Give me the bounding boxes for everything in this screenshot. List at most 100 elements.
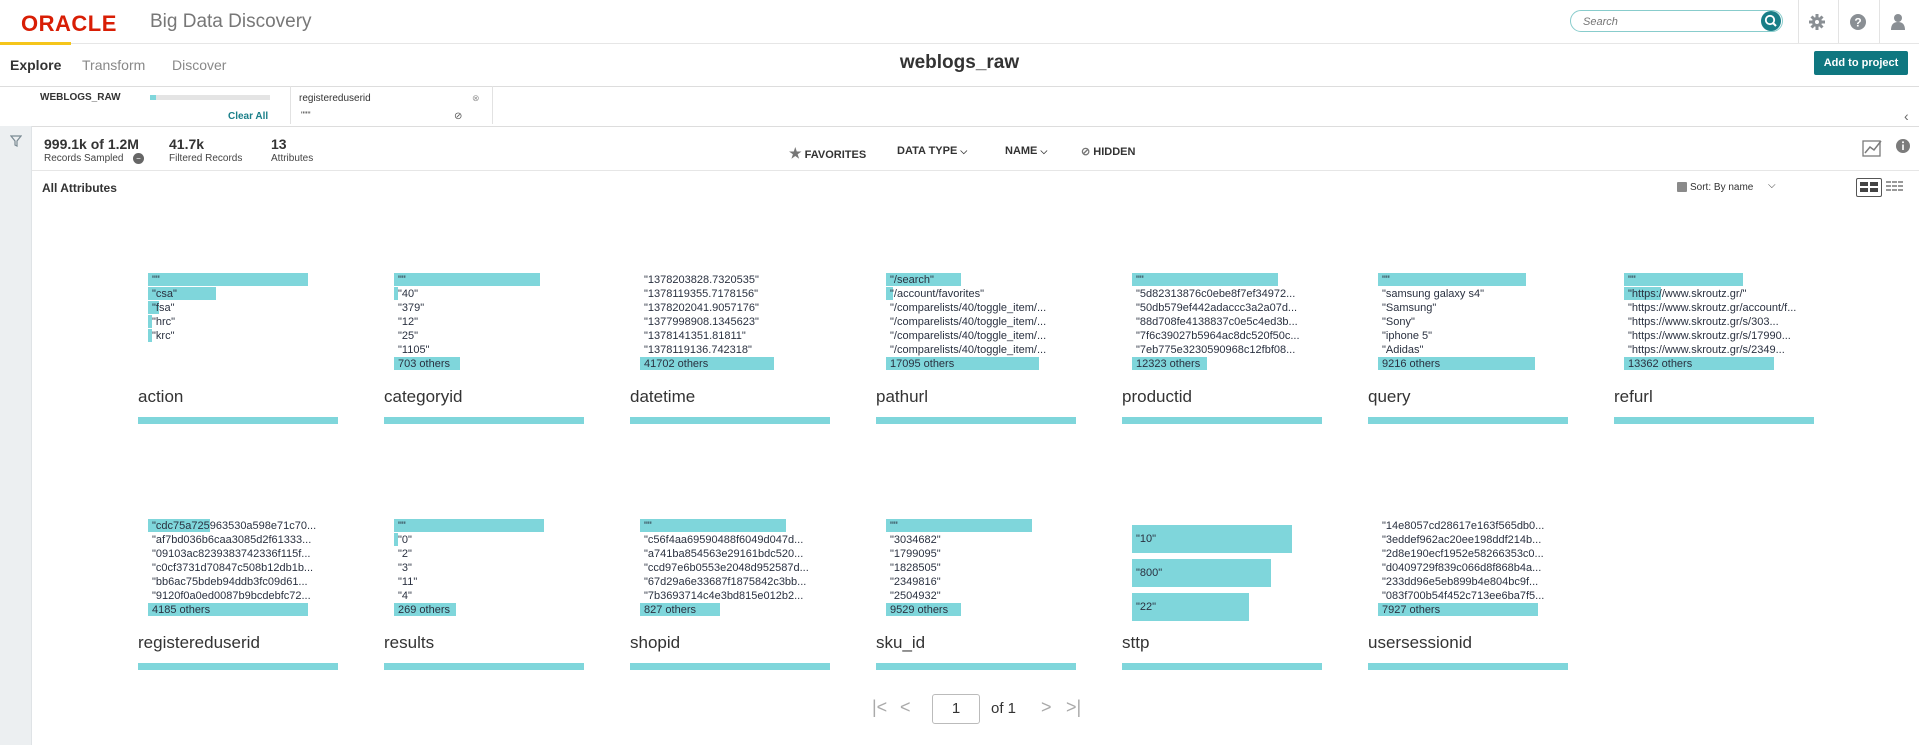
attribute-value[interactable]: "7eb775e3230590968c12fbf08... (1136, 344, 1311, 357)
attribute-value[interactable]: "" (398, 274, 573, 287)
attribute-value[interactable]: "22" (1136, 601, 1311, 614)
add-to-project-button[interactable]: Add to project (1814, 51, 1908, 75)
attribute-value[interactable]: "csa" (152, 288, 327, 301)
attribute-tile[interactable]: "1378203828.7320535" "1378119355.7178156"… (630, 272, 830, 432)
attribute-value[interactable]: "1378141351.81811" (644, 330, 819, 343)
attribute-value[interactable]: "krc" (152, 330, 327, 343)
attribute-value[interactable]: "" (398, 520, 573, 533)
others-count[interactable]: 9216 others (1382, 358, 1582, 371)
attribute-value[interactable]: "" (644, 520, 819, 533)
attribute-value[interactable]: "1378119355.7178156" (644, 288, 819, 301)
attribute-name[interactable]: pathurl (876, 387, 928, 407)
attribute-tile[interactable]: "/search" "/account/favorites" "/compareli… (876, 272, 1076, 432)
data-type-filter[interactable]: DATA TYPE ⌵ (897, 145, 967, 157)
attribute-value[interactable]: "/comparelists/40/toggle_item/... (890, 330, 1065, 343)
attribute-value[interactable]: "fsa" (152, 302, 327, 315)
first-page-icon[interactable]: |< (872, 697, 887, 718)
attribute-value[interactable]: "083f700b54f452c713ee6ba7f5... (1382, 590, 1557, 603)
attribute-value[interactable]: "c0cf3731d70847c508b12db1b... (152, 562, 327, 575)
attribute-name[interactable]: usersessionid (1368, 633, 1472, 653)
info-icon[interactable] (1895, 138, 1911, 154)
user-icon[interactable] (1888, 12, 1908, 32)
others-count[interactable]: 12323 others (1136, 358, 1336, 371)
attribute-value[interactable]: "1378119136.742318" (644, 344, 819, 357)
attribute-value[interactable]: "af7bd036b6caa3085d2f61333... (152, 534, 327, 547)
clear-all-link[interactable]: Clear All (228, 111, 268, 122)
attribute-value[interactable]: "samsung galaxy s4" (1382, 288, 1557, 301)
attribute-tile[interactable]: "" "40" "379" "12" "25" "1105" 703 others categ… (384, 272, 584, 432)
attribute-value[interactable]: "iphone 5" (1382, 330, 1557, 343)
attribute-name[interactable]: productid (1122, 387, 1192, 407)
attribute-name[interactable]: refurl (1614, 387, 1653, 407)
attribute-value[interactable]: "Adidas" (1382, 344, 1557, 357)
attribute-value[interactable]: "5d82313876c0ebe8f7ef34972... (1136, 288, 1311, 301)
attribute-value[interactable]: "7f6c39027b5964ac8dc520f50c... (1136, 330, 1311, 343)
attribute-tile[interactable]: "cdc75a725963530a598e71c70... "af7bd036b6… (138, 518, 338, 678)
search-button[interactable] (1761, 11, 1781, 31)
help-icon[interactable]: ? (1848, 12, 1868, 32)
others-count[interactable]: 269 others (398, 604, 598, 617)
others-count[interactable]: 703 others (398, 358, 598, 371)
attribute-name[interactable]: shopid (630, 633, 680, 653)
attribute-name[interactable]: sku_id (876, 633, 925, 653)
attribute-tile[interactable]: "10" "800" "22" sttp (1122, 518, 1322, 678)
collapse-refinements-icon[interactable]: ‹ (1904, 108, 1909, 124)
attribute-value[interactable]: "1828505" (890, 562, 1065, 575)
prev-page-icon[interactable]: < (900, 697, 911, 718)
attribute-name[interactable]: datetime (630, 387, 695, 407)
attribute-name[interactable]: registereduserid (138, 633, 260, 653)
gear-icon[interactable] (1807, 12, 1827, 32)
attribute-value[interactable]: "67d29a6e33687f1875842c3bb... (644, 576, 819, 589)
attribute-value[interactable]: "c56f4aa69590488f6049d047d... (644, 534, 819, 547)
attribute-value[interactable]: "25" (398, 330, 573, 343)
attribute-value[interactable]: "2" (398, 548, 573, 561)
attribute-value[interactable]: "bb6ac75bdeb94ddb3fc09d61... (152, 576, 327, 589)
attribute-value[interactable]: "0" (398, 534, 573, 547)
attribute-value[interactable]: "40" (398, 288, 573, 301)
attribute-value[interactable]: "" (1628, 274, 1803, 287)
attribute-name[interactable]: query (1368, 387, 1411, 407)
attribute-value[interactable]: "10" (1136, 533, 1311, 546)
attribute-value[interactable]: "4" (398, 590, 573, 603)
others-count[interactable]: 7927 others (1382, 604, 1582, 617)
attribute-name[interactable]: results (384, 633, 434, 653)
attribute-value[interactable]: "800" (1136, 567, 1311, 580)
others-count[interactable]: 17095 others (890, 358, 1090, 371)
attribute-tile[interactable]: "" "c56f4aa69590488f6049d047d... "a741ba85… (630, 518, 830, 678)
attribute-tile[interactable]: "" "5d82313876c0ebe8f7ef34972... "50db579e… (1122, 272, 1322, 432)
attribute-value[interactable]: "https://www.skroutz.gr/s/2349... (1628, 344, 1803, 357)
attribute-name[interactable]: sttp (1122, 633, 1149, 653)
attribute-value[interactable]: "1105" (398, 344, 573, 357)
others-count[interactable]: 827 others (644, 604, 844, 617)
attribute-value[interactable]: "50db579ef442adaccc3a2a07d... (1136, 302, 1311, 315)
attribute-value[interactable]: "3eddef962ac20ee198ddf214b... (1382, 534, 1557, 547)
attribute-tile[interactable]: "" "csa" "fsa" "hrc" "krc" action (138, 272, 338, 432)
attribute-value[interactable]: "233dd96e5eb899b4e804bc9f... (1382, 576, 1557, 589)
sort-dropdown[interactable]: Sort: By name (1690, 182, 1753, 193)
attribute-name[interactable]: action (138, 387, 183, 407)
product-name[interactable]: Big Data Discovery (150, 11, 312, 33)
attribute-value[interactable]: "12" (398, 316, 573, 329)
favorites-filter[interactable]: ★ FAVORITES (789, 145, 866, 162)
search-box[interactable] (1570, 10, 1783, 32)
chevron-down-icon[interactable]: ⌵ (1768, 180, 1776, 191)
others-count[interactable]: 41702 others (644, 358, 844, 371)
attribute-value[interactable]: "1377998908.1345623" (644, 316, 819, 329)
attribute-value[interactable]: "11" (398, 576, 573, 589)
attribute-value[interactable]: "09103ac8239383742336f115f... (152, 548, 327, 561)
attribute-value[interactable]: "ccd97e6b0553e2048d952587d... (644, 562, 819, 575)
hidden-filter[interactable]: ⊘ HIDDEN (1081, 145, 1135, 158)
attribute-value[interactable]: "9120f0a0ed0087b9bcdebfc72... (152, 590, 327, 603)
attribute-value[interactable]: "2504932" (890, 590, 1065, 603)
attribute-tile[interactable]: "" "https://www.skroutz.gr/" "https://www.… (1614, 272, 1814, 432)
attribute-value[interactable]: "/account/favorites" (890, 288, 1065, 301)
attribute-value[interactable]: "" (890, 520, 1065, 533)
filter-icon[interactable] (10, 135, 22, 147)
page-input[interactable]: 1 (932, 694, 980, 724)
attribute-value[interactable]: "https://www.skroutz.gr/s/303... (1628, 316, 1803, 329)
attribute-name[interactable]: categoryid (384, 387, 462, 407)
attribute-value[interactable]: "1799095" (890, 548, 1065, 561)
chart-icon[interactable] (1862, 138, 1884, 158)
search-input[interactable] (1581, 13, 1755, 30)
others-count[interactable]: 4185 others (152, 604, 352, 617)
